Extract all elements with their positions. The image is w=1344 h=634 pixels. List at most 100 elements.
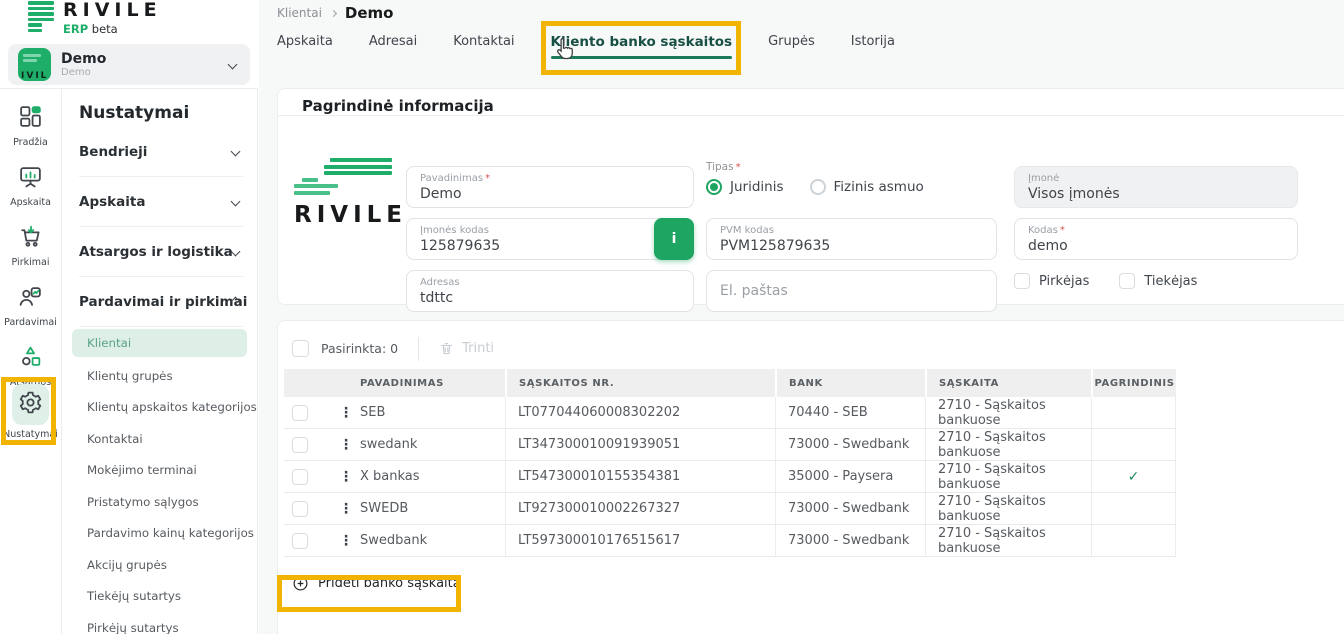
- sidebar-item-pirkeju-sutartys[interactable]: Pirkėjų sutartys: [79, 612, 257, 634]
- chevron-down-icon: [231, 197, 241, 207]
- pvm-kodas-value: PVM125879635: [720, 237, 983, 255]
- tab-istorija[interactable]: Istorija: [851, 34, 895, 50]
- row-checkbox[interactable]: [292, 405, 308, 421]
- plus-circle-icon: [292, 575, 309, 592]
- rail-item-atsargos[interactable]: Atsargos: [0, 344, 61, 388]
- tab-kontaktai[interactable]: Kontaktai: [453, 34, 514, 50]
- sidebar-item-klientu-apskaitos-kategorijos[interactable]: Klientų apskaitos kategorijos: [79, 392, 257, 424]
- pavadinimas-field[interactable]: Pavadinimas* Demo: [406, 166, 694, 208]
- tab-apskaita[interactable]: Apskaita: [277, 34, 333, 50]
- chevron-down-icon: [228, 60, 238, 70]
- select-all-checkbox[interactable]: [292, 340, 309, 357]
- sidebar-item-tiekeju-sutartys[interactable]: Tiekėjų sutartys: [79, 581, 257, 613]
- kebab-icon[interactable]: ⋮: [339, 470, 353, 484]
- pirkejas-checkbox[interactable]: Pirkėjas: [1014, 273, 1089, 289]
- adresas-field[interactable]: Adresas tdttc: [406, 270, 694, 312]
- info-icon[interactable]: i: [654, 218, 694, 260]
- kodas-value: demo: [1028, 237, 1284, 255]
- client-form: RIVILE Pavadinimas* Demo Įmonės kodas 12…: [278, 116, 1344, 305]
- sidebar-item-klientai[interactable]: Klientai: [72, 329, 247, 357]
- workspace-name: Demo: [61, 51, 229, 67]
- workspace-selector[interactable]: IVIL Demo Demo: [8, 44, 250, 85]
- add-bank-account-button[interactable]: Pridėti banko sąskaitą: [292, 575, 461, 592]
- radio-fizinis-asmuo[interactable]: Fizinis asmuo: [810, 179, 924, 195]
- row-checkbox[interactable]: [292, 533, 308, 549]
- rail-item-apskaita[interactable]: Apskaita: [0, 164, 61, 208]
- rail-item-nustatymai[interactable]: Nustatymai: [0, 384, 61, 440]
- sidebar-item-mokejimo-terminai[interactable]: Mokėjimo terminai: [79, 455, 257, 487]
- adresas-value: tdttc: [420, 289, 680, 307]
- sidebar-item-pristatymo-salygos[interactable]: Pristatymo sąlygos: [79, 486, 257, 518]
- brand-stage: beta: [92, 22, 118, 36]
- breadcrumb-parent-link[interactable]: Klientai: [277, 6, 322, 20]
- imones-kodas-value: 125879635: [420, 237, 680, 255]
- rivile-logo: RIVILE ERP beta: [28, 0, 162, 36]
- rail-item-pirkimai[interactable]: Pirkimai: [0, 224, 61, 268]
- radio-selected-icon: [706, 179, 722, 195]
- tab-adresai[interactable]: Adresai: [369, 34, 417, 50]
- col-pagrindinis: PAGRINDINIS: [1091, 369, 1176, 397]
- col-bank: BANK: [775, 369, 925, 397]
- row-checkbox[interactable]: [292, 437, 308, 453]
- table-row: ⋮ SEB LT077044060008302202 70440 - SEB 2…: [284, 397, 1176, 429]
- row-checkbox[interactable]: [292, 501, 308, 517]
- breadcrumb-chevron-icon: [330, 9, 337, 16]
- breadcrumb-current: Demo: [345, 4, 394, 22]
- sidebar-item-pardavimo-kainu-kategorijos[interactable]: Pardavimo kainų kategorijos: [79, 518, 257, 550]
- main-content: Klientai Demo Apskaita Adresai Kontaktai…: [259, 0, 1344, 634]
- el-pastas-placeholder: El. paštas: [720, 282, 788, 300]
- settings-sidebar: Nustatymai Bendrieji Apskaita Atsargos i…: [62, 88, 258, 634]
- radio-unselected-icon: [810, 179, 826, 195]
- radio-juridinis[interactable]: Juridinis: [706, 179, 784, 195]
- sidebar-group-bendrieji[interactable]: Bendrieji: [79, 127, 243, 177]
- kebab-icon[interactable]: ⋮: [339, 534, 353, 548]
- sidebar-group-apskaita[interactable]: Apskaita: [79, 177, 243, 227]
- el-pastas-field[interactable]: El. paštas: [706, 270, 997, 312]
- workspace-avatar-text: IVIL: [21, 71, 48, 81]
- kebab-icon[interactable]: ⋮: [339, 438, 353, 452]
- kebab-icon[interactable]: ⋮: [339, 406, 353, 420]
- sidebar-title: Nustatymai: [79, 103, 257, 123]
- chart-board-icon: [18, 164, 43, 193]
- sidebar-item-kontaktai[interactable]: Kontaktai: [79, 423, 257, 455]
- workspace-avatar: IVIL: [18, 48, 51, 81]
- tab-grupes[interactable]: Grupės: [768, 34, 815, 50]
- checkbox-icon: [1119, 273, 1135, 289]
- imones-kodas-field[interactable]: Įmonės kodas 125879635 i: [406, 218, 694, 260]
- table-toolbar: Pasirinkta: 0 Trinti: [278, 321, 1344, 361]
- chevron-down-icon: [231, 147, 241, 157]
- row-checkbox[interactable]: [292, 469, 308, 485]
- tipas-group: Tipas* Juridinis Fizinis asmuo: [706, 161, 997, 195]
- table-row: ⋮ swedank LT347300010091939051 73000 - S…: [284, 429, 1176, 461]
- cart-icon: [18, 224, 43, 253]
- sidebar-item-klientu-grupes[interactable]: Klientų grupės: [79, 360, 257, 392]
- main-account-check-icon: ✓: [1128, 469, 1140, 485]
- tab-kliento-banko-saskaitos[interactable]: Kliento banko sąskaitos: [551, 34, 733, 50]
- pvm-kodas-field[interactable]: PVM kodas PVM125879635: [706, 218, 997, 260]
- shapes-icon: [18, 344, 43, 373]
- sidebar-group-pardavimai-ir-pirkimai[interactable]: Pardavimai ir pirkimai: [79, 277, 243, 327]
- client-logo-text: RIVILE: [294, 202, 399, 228]
- col-saskaitos-nr: SĄSKAITOS NR.: [505, 369, 775, 397]
- selected-count: Pasirinkta: 0: [321, 341, 398, 356]
- rivile-logo-bars-icon: [28, 0, 54, 32]
- sidebar-item-akciju-grupes[interactable]: Akcijų grupės: [79, 549, 257, 581]
- rail-item-pardavimai[interactable]: Pardavimai: [0, 284, 61, 328]
- kodas-field[interactable]: Kodas* demo: [1014, 218, 1298, 260]
- brand-name: RIVILE: [63, 0, 162, 20]
- table-row: ⋮ SWEDB LT927300010002267327 73000 - Swe…: [284, 493, 1176, 525]
- table-row: ⋮ Swedbank LT597300010176515617 73000 - …: [284, 525, 1176, 557]
- dashboard-icon: [18, 104, 43, 133]
- sidebar-sub-items: Klientai Klientų grupės Klientų apskaito…: [79, 329, 257, 634]
- delete-button[interactable]: Trinti: [439, 341, 494, 356]
- bank-accounts-panel: Pasirinkta: 0 Trinti PAVADINIMAS SĄSKAIT…: [277, 320, 1344, 634]
- imone-field: Įmonė Visos įmonės: [1014, 166, 1298, 208]
- rail-item-pradzia[interactable]: Pradžia: [0, 104, 61, 148]
- client-role-flags: Pirkėjas Tiekėjas: [1014, 273, 1197, 289]
- tiekejas-checkbox[interactable]: Tiekėjas: [1119, 273, 1197, 289]
- bank-accounts-table: PAVADINIMAS SĄSKAITOS NR. BANK SĄSKAITA …: [284, 369, 1176, 557]
- kebab-icon[interactable]: ⋮: [339, 502, 353, 516]
- sidebar-group-atsargos-ir-logistika[interactable]: Atsargos ir logistika: [79, 227, 243, 277]
- trash-icon: [439, 341, 454, 356]
- sales-person-icon: [18, 284, 43, 313]
